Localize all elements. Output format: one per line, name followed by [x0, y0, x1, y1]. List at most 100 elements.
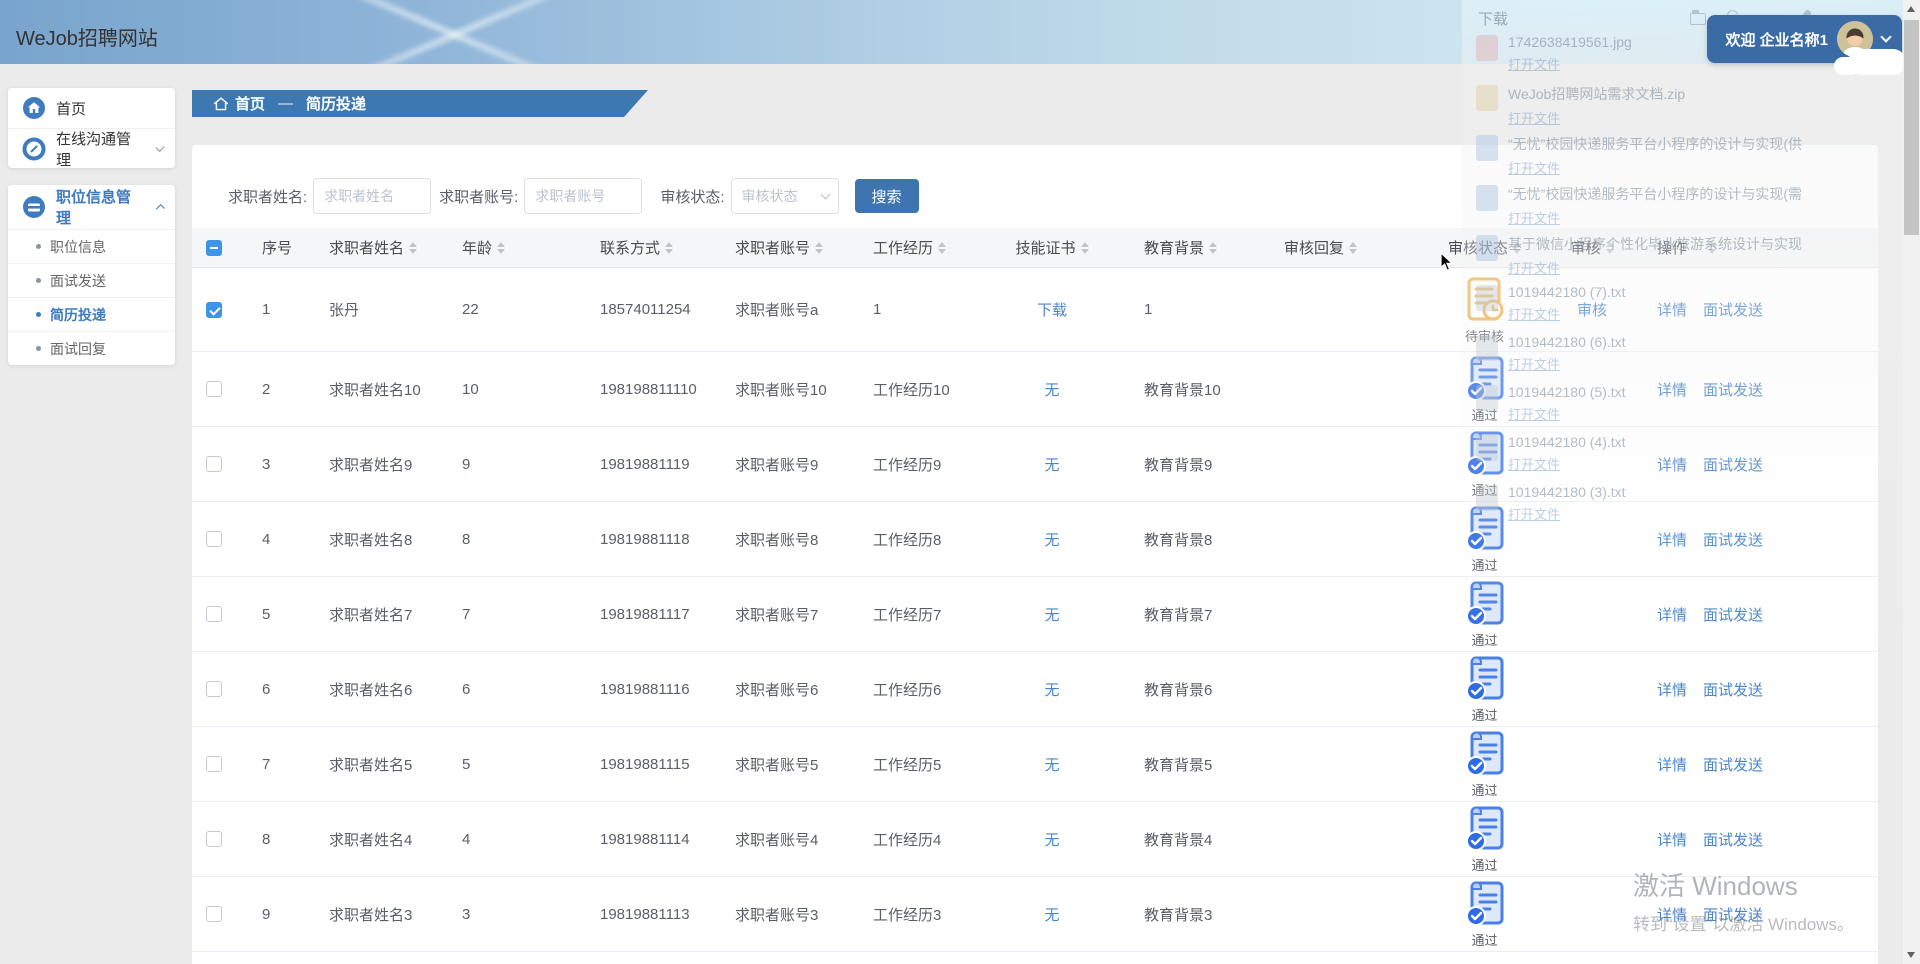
- cell-phone: 19819881113: [600, 905, 690, 923]
- cell-phone: 19819881118: [600, 530, 690, 548]
- scrollbar-thumb[interactable]: [1904, 20, 1919, 235]
- row-checkbox[interactable]: [206, 381, 222, 397]
- sort-icon[interactable]: [1513, 241, 1521, 254]
- sort-icon[interactable]: [1349, 241, 1358, 254]
- col-audit[interactable]: 审核: [1537, 237, 1647, 258]
- sort-icon[interactable]: [1708, 241, 1717, 254]
- col-age[interactable]: 年龄: [447, 237, 587, 258]
- ghost-download-item: WeJob招聘网站需求文档.zip 打开文件: [1476, 84, 1806, 134]
- row-checkbox[interactable]: [206, 831, 222, 847]
- status-label: 通过: [1471, 633, 1498, 648]
- detail-link[interactable]: 详情: [1657, 454, 1687, 475]
- home-icon: [23, 97, 45, 119]
- interview-send-link[interactable]: 面试发送: [1703, 604, 1763, 625]
- status-cell: 通过: [1432, 654, 1537, 724]
- row-checkbox[interactable]: [206, 456, 222, 472]
- col-phone[interactable]: 联系方式: [587, 237, 722, 258]
- interview-send-link[interactable]: 面试发送: [1703, 379, 1763, 400]
- col-experience[interactable]: 工作经历: [860, 237, 992, 258]
- select-all-checkbox[interactable]: [206, 239, 222, 256]
- search-button[interactable]: 搜索: [854, 179, 919, 213]
- sidebar: 首页 在线沟通管理 职位信息管理 职位信息 面试发送 简历投递 面试回复: [8, 88, 175, 382]
- certificate-link[interactable]: 无: [1044, 754, 1059, 775]
- sort-icon[interactable]: [497, 241, 506, 254]
- interview-send-link[interactable]: 面试发送: [1703, 679, 1763, 700]
- row-checkbox[interactable]: [206, 301, 222, 318]
- search-account-input[interactable]: [524, 178, 643, 214]
- search-name-label: 求职者姓名:: [228, 188, 308, 206]
- cell-account: 求职者账号5: [735, 756, 819, 774]
- certificate-link[interactable]: 下载: [1037, 299, 1067, 320]
- col-name[interactable]: 求职者姓名: [312, 237, 447, 258]
- sort-icon[interactable]: [1080, 241, 1089, 254]
- table-row: 5 求职者姓名7 7 19819881117 求职者账号7 工作经历7 无 教育…: [192, 577, 1878, 652]
- interview-send-link[interactable]: 面试发送: [1703, 829, 1763, 850]
- cell-age: 8: [462, 530, 471, 548]
- row-checkbox[interactable]: [206, 606, 222, 622]
- status-select[interactable]: 审核状态: [730, 178, 839, 214]
- detail-link[interactable]: 详情: [1657, 529, 1687, 550]
- cell-name: 求职者姓名10: [329, 381, 421, 399]
- interview-send-link[interactable]: 面试发送: [1703, 904, 1763, 925]
- detail-link[interactable]: 详情: [1657, 904, 1687, 925]
- interview-send-link[interactable]: 面试发送: [1703, 299, 1763, 320]
- cell-index: 6: [262, 680, 271, 698]
- detail-link[interactable]: 详情: [1657, 754, 1687, 775]
- certificate-link[interactable]: 无: [1044, 904, 1059, 925]
- vertical-scrollbar[interactable]: [1903, 0, 1920, 964]
- sidebar-item-communication[interactable]: 在线沟通管理: [8, 128, 175, 169]
- certificate-link[interactable]: 无: [1044, 604, 1059, 625]
- row-checkbox[interactable]: [206, 681, 222, 697]
- row-checkbox[interactable]: [206, 906, 222, 922]
- certificate-link[interactable]: 无: [1044, 829, 1059, 850]
- sort-icon[interactable]: [665, 241, 674, 254]
- certificate-link[interactable]: 无: [1044, 529, 1059, 550]
- sidebar-item-interview-send[interactable]: 面试发送: [8, 263, 175, 297]
- scroll-down-arrow-icon[interactable]: [1907, 952, 1915, 958]
- interview-send-link[interactable]: 面试发送: [1703, 754, 1763, 775]
- audit-link[interactable]: 审核: [1577, 299, 1607, 320]
- cell-name: 求职者姓名7: [329, 606, 413, 624]
- status-select-value: 审核状态: [741, 188, 798, 204]
- row-checkbox[interactable]: [206, 531, 222, 547]
- bullet-icon: [36, 312, 41, 317]
- sort-icon[interactable]: [938, 241, 947, 254]
- detail-link[interactable]: 详情: [1657, 299, 1687, 320]
- cell-phone: 18574011254: [600, 301, 691, 318]
- detail-link[interactable]: 详情: [1657, 379, 1687, 400]
- cell-experience: 工作经历4: [873, 831, 942, 849]
- detail-link[interactable]: 详情: [1657, 829, 1687, 850]
- certificate-link[interactable]: 无: [1044, 679, 1059, 700]
- sidebar-item-job-info[interactable]: 职位信息: [8, 229, 175, 263]
- certificate-link[interactable]: 无: [1044, 379, 1059, 400]
- sidebar-group-job-info[interactable]: 职位信息管理: [8, 185, 175, 229]
- detail-link[interactable]: 详情: [1657, 679, 1687, 700]
- col-audit-reply[interactable]: 审核回复: [1277, 237, 1432, 258]
- certificate-link[interactable]: 无: [1044, 454, 1059, 475]
- col-account[interactable]: 求职者账号: [722, 237, 860, 258]
- sidebar-item-interview-reply[interactable]: 面试回复: [8, 331, 175, 365]
- sidebar-item-resume-delivery[interactable]: 简历投递: [8, 297, 175, 331]
- col-certificate[interactable]: 技能证书: [992, 237, 1112, 258]
- detail-link[interactable]: 详情: [1657, 604, 1687, 625]
- interview-send-link[interactable]: 面试发送: [1703, 529, 1763, 550]
- sort-icon[interactable]: [409, 241, 418, 254]
- sidebar-card-top: 首页 在线沟通管理: [8, 88, 175, 169]
- sort-icon[interactable]: [1209, 241, 1218, 254]
- status-label: 通过: [1471, 708, 1498, 723]
- cell-experience: 工作经历5: [873, 756, 942, 774]
- scroll-up-arrow-icon[interactable]: [1907, 6, 1915, 12]
- cell-experience: 工作经历9: [873, 456, 942, 474]
- col-audit-status[interactable]: 审核状态: [1432, 237, 1537, 258]
- interview-send-link[interactable]: 面试发送: [1703, 454, 1763, 475]
- cell-index: 9: [262, 905, 271, 923]
- sort-icon[interactable]: [815, 241, 824, 254]
- col-education[interactable]: 教育背景: [1112, 237, 1277, 258]
- table-row: 1 张丹 22 18574011254 求职者账号a 1 下载 1 待审核 审核…: [192, 268, 1878, 352]
- row-checkbox[interactable]: [206, 756, 222, 772]
- breadcrumb-home[interactable]: 首页: [235, 93, 265, 114]
- sidebar-item-home[interactable]: 首页: [8, 88, 175, 128]
- sort-icon[interactable]: [1605, 241, 1614, 254]
- search-name-input[interactable]: [313, 178, 432, 214]
- col-actions[interactable]: 操作: [1647, 237, 1878, 258]
